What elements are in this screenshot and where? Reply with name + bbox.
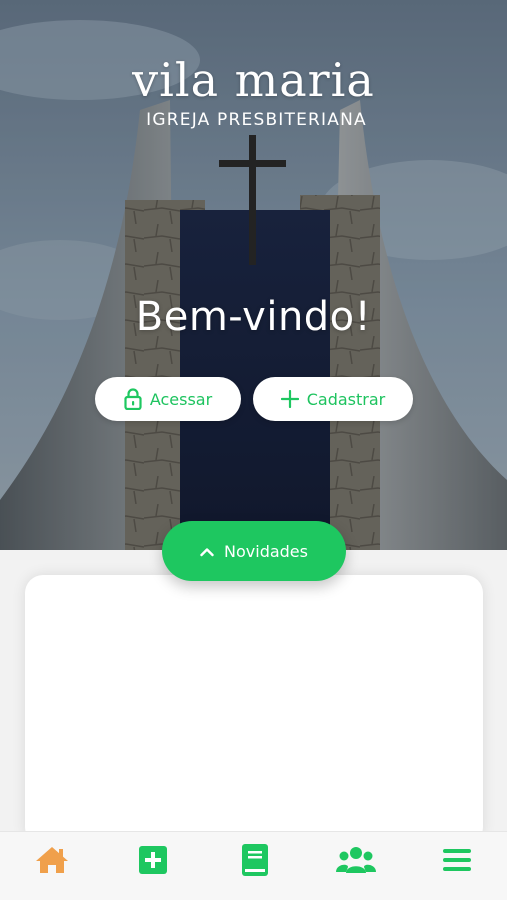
brand-subtitle: IGREJA PRESBITERIANA (146, 110, 367, 130)
news-toggle-label: Novidades (224, 541, 308, 561)
news-toggle-button[interactable]: Novidades (162, 521, 346, 581)
home-icon (34, 845, 70, 880)
menu-icon (443, 848, 471, 877)
brand-title: vila maria (132, 53, 375, 107)
register-button[interactable]: Cadastrar (253, 377, 413, 421)
plus-icon (280, 390, 299, 408)
book-icon (241, 843, 268, 881)
register-button-label: Cadastrar (306, 389, 386, 409)
nav-menu[interactable] (437, 842, 477, 882)
bottom-nav (0, 831, 507, 900)
login-button-label: Acessar (149, 389, 213, 409)
lock-icon (124, 388, 142, 410)
news-panel (25, 575, 483, 845)
nav-add[interactable] (133, 842, 173, 882)
hero-banner: vila maria IGREJA PRESBITERIANA Bem-vind… (0, 0, 507, 550)
nav-home[interactable] (32, 842, 72, 882)
nav-members[interactable] (335, 842, 376, 882)
welcome-heading: Bem-vindo! (135, 294, 372, 340)
login-button[interactable]: Acessar (95, 377, 241, 421)
users-icon (335, 846, 376, 879)
app-screen: vila maria IGREJA PRESBITERIANA Bem-vind… (0, 0, 507, 900)
nav-bible[interactable] (235, 842, 275, 882)
chevron-up-icon (200, 542, 214, 561)
plus-square-icon (139, 845, 168, 879)
